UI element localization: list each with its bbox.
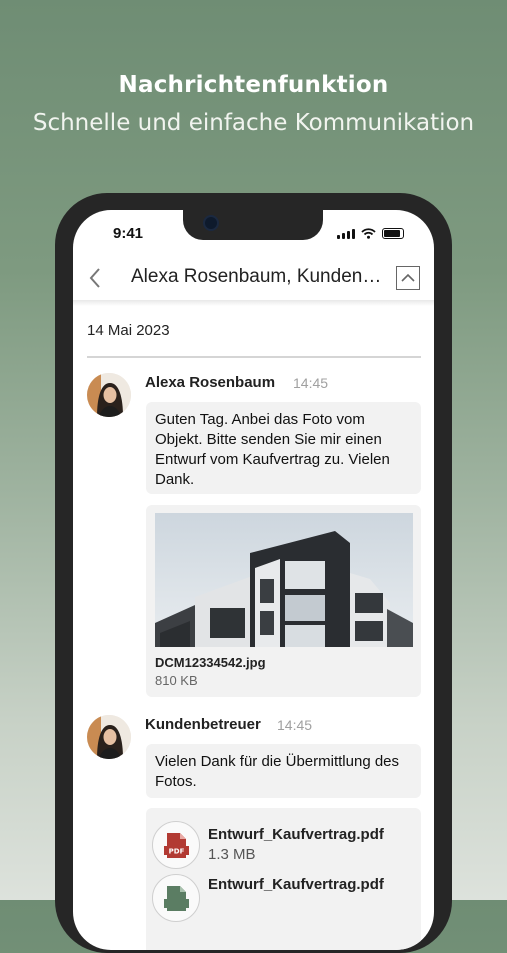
message-time: 14:45 <box>293 375 329 391</box>
message-time: 14:45 <box>277 717 313 733</box>
camera-icon <box>203 215 219 231</box>
chevron-up-icon <box>401 273 415 282</box>
message-bubble: Vielen Dank für die Übermittlung des Fot… <box>146 744 421 798</box>
sender-name: Kundenbetreuer <box>145 716 261 733</box>
chat-header: Alexa Rosenbaum, Kunden… <box>73 256 434 300</box>
status-icons <box>337 228 404 239</box>
avatar[interactable] <box>87 373 131 417</box>
promo-title: Nachrichtenfunktion <box>118 72 389 98</box>
attachment-size: 810 KB <box>155 673 198 688</box>
battery-icon <box>382 228 404 239</box>
signal-icon <box>337 229 355 239</box>
chevron-left-icon <box>89 268 100 288</box>
avatar[interactable] <box>87 715 131 759</box>
status-time: 9:41 <box>113 225 144 242</box>
phone-frame: 9:41 Alexa Rosenbaum, Kunden… 14 Mai 202… <box>55 193 452 953</box>
message-bubble: Guten Tag. Anbei das Foto vom Objekt. Bi… <box>146 402 421 494</box>
sender-name: Alexa Rosenbaum <box>145 374 276 391</box>
notch <box>183 210 323 240</box>
date-separator: 14 Mai 2023 <box>87 322 170 339</box>
divider <box>87 356 421 358</box>
header-divider <box>73 300 434 306</box>
wifi-icon <box>361 228 376 239</box>
phone-screen: 9:41 Alexa Rosenbaum, Kunden… 14 Mai 202… <box>73 210 434 950</box>
pdf-file-icon[interactable]: PDF <box>152 821 200 869</box>
image-attachment[interactable]: DCM12334542.jpg 810 KB <box>146 505 421 697</box>
file-name[interactable]: Entwurf_Kaufvertrag.pdf <box>208 876 384 893</box>
file-name[interactable]: Entwurf_Kaufvertrag.pdf <box>208 826 384 843</box>
chat-title: Alexa Rosenbaum, Kunden… <box>131 266 382 287</box>
collapse-button[interactable] <box>396 266 420 290</box>
promo-subtitle: Schnelle und einfache Kommunikation <box>32 110 475 136</box>
back-button[interactable] <box>83 264 107 292</box>
pdf-file-icon[interactable] <box>152 874 200 922</box>
building-photo[interactable] <box>155 513 413 647</box>
file-size: 1.3 MB <box>208 846 256 863</box>
file-attachments: PDF Entwurf_Kaufvertrag.pdf 1.3 MB Entwu… <box>146 808 421 950</box>
attachment-name: DCM12334542.jpg <box>155 655 266 670</box>
svg-text:PDF: PDF <box>169 848 185 856</box>
